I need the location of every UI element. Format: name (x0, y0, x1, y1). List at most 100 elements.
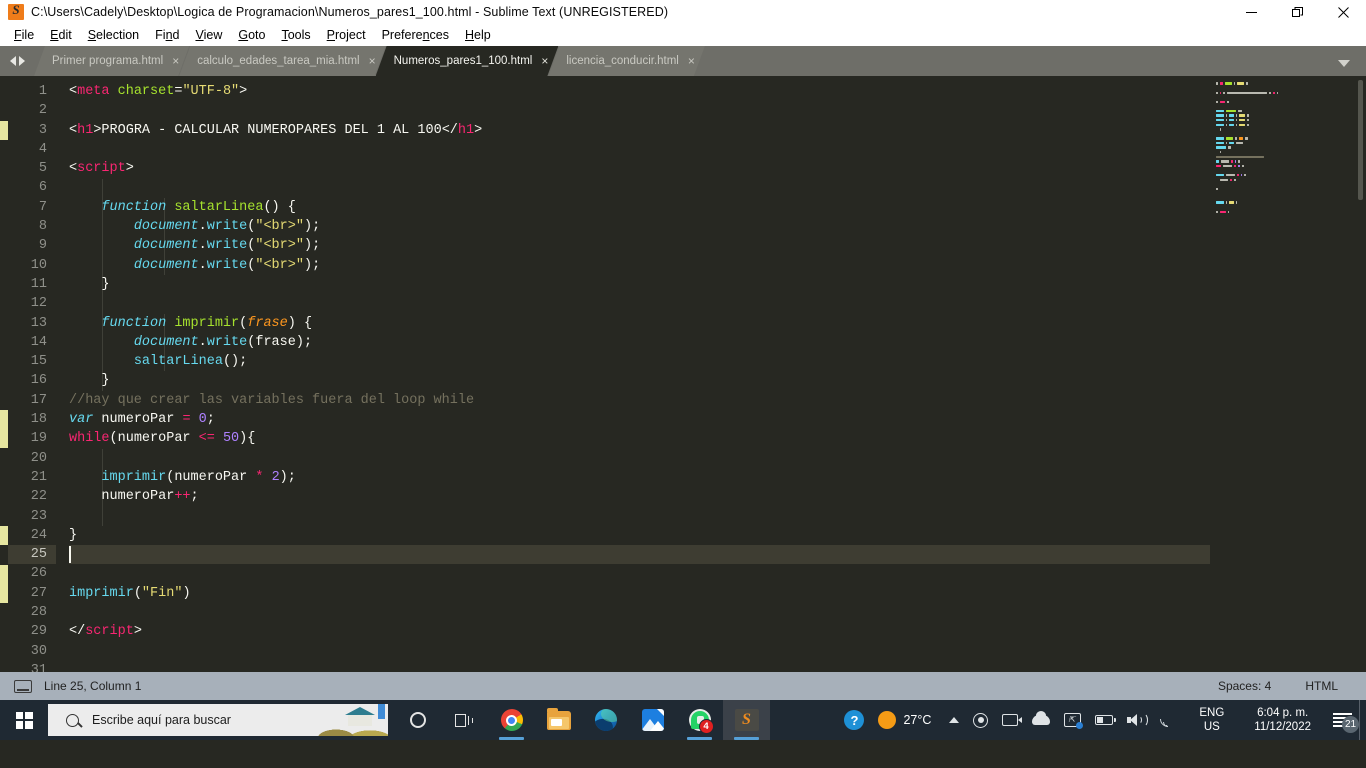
chevron-up-icon[interactable] (942, 717, 966, 723)
code-line[interactable] (69, 178, 1210, 197)
tab-1[interactable]: calculo_edades_tarea_mia.html × (179, 46, 385, 76)
code-line[interactable] (69, 564, 1210, 583)
minimap-token (1216, 155, 1264, 159)
code-line[interactable] (69, 140, 1210, 159)
minimap-token (1235, 201, 1238, 204)
code-line[interactable]: //hay que crear las variables fuera del … (69, 391, 1210, 410)
code-line[interactable]: <meta charset="UTF-8"> (69, 82, 1210, 101)
code-line[interactable] (69, 603, 1210, 622)
menu-item-file[interactable]: File (6, 26, 42, 44)
notifications-icon[interactable]: 21 (1326, 712, 1359, 733)
minimap[interactable] (1210, 76, 1366, 672)
close-button[interactable] (1320, 0, 1366, 24)
token-cmt: //hay que crear las variables fuera del … (69, 392, 475, 408)
menu-item-view[interactable]: View (187, 26, 230, 44)
onedrive-icon[interactable] (1025, 711, 1057, 725)
wifi-icon[interactable] (1152, 707, 1184, 731)
code-line[interactable]: <script> (69, 159, 1210, 178)
code-line[interactable]: <h1>PROGRA - CALCULAR NUMEROPARES DEL 1 … (69, 121, 1210, 140)
windows-start-icon[interactable] (0, 700, 48, 740)
code-line[interactable]: function imprimir(frase) { (69, 314, 1210, 333)
menu-item-find[interactable]: Find (147, 26, 187, 44)
code-line[interactable]: document.write("<br>"); (69, 256, 1210, 275)
minimap-token (1231, 160, 1233, 163)
sublime-text-taskbar-icon[interactable]: S (723, 700, 770, 740)
code-line[interactable]: numeroPar++; (69, 487, 1210, 506)
minimap-token (1216, 137, 1224, 140)
battery-icon[interactable] (1088, 715, 1120, 725)
show-desktop-button[interactable] (1359, 700, 1366, 740)
minimap-token (1268, 91, 1271, 94)
tab-3[interactable]: licencia_conducir.html × (548, 46, 705, 76)
camera-icon[interactable] (995, 714, 1025, 726)
minimap-token (1235, 114, 1238, 117)
code-content[interactable]: <meta charset="UTF-8"> <h1>PROGRA - CALCU… (56, 76, 1210, 672)
language-indicator[interactable]: ENG US (1184, 706, 1239, 734)
editor-area[interactable]: 1 2 3 4 5 6 7 8 9 10 11 12 13 14 15 16 17 18 19 20 21 22 23 24 2… (0, 76, 1366, 672)
chevron-right-icon[interactable] (18, 56, 25, 66)
code-line[interactable]: } (69, 526, 1210, 545)
help-icon[interactable] (837, 710, 871, 730)
tab-0[interactable]: Primer programa.html × (34, 46, 189, 76)
syntax-setting[interactable]: HTML (1305, 679, 1338, 693)
token-punc: ; (190, 489, 199, 505)
code-line[interactable]: document.write("<br>"); (69, 217, 1210, 236)
code-line[interactable] (69, 507, 1210, 526)
minimap-scrollbar[interactable] (1358, 80, 1363, 200)
tab-2[interactable]: Numeros_pares1_100.html × (376, 46, 559, 76)
code-line[interactable]: function saltarLinea() { (69, 198, 1210, 217)
code-line[interactable] (69, 449, 1210, 468)
cortana-icon[interactable] (394, 700, 441, 740)
minimize-button[interactable] (1228, 0, 1274, 24)
photos-icon[interactable] (629, 700, 676, 740)
maximize-button[interactable] (1274, 0, 1320, 24)
code-line[interactable]: document.write("<br>"); (69, 236, 1210, 255)
chevron-left-icon[interactable] (9, 56, 16, 66)
record-icon[interactable] (966, 712, 995, 728)
screen-share-icon[interactable]: ⇱ (1057, 713, 1088, 729)
code-line[interactable]: document.write(frase); (69, 333, 1210, 352)
tab-close-icon[interactable]: × (541, 55, 548, 67)
line-number: 8 (38, 219, 47, 235)
menu-item-edit[interactable]: Edit (42, 26, 80, 44)
code-line[interactable]: imprimir(numeroPar * 2); (69, 468, 1210, 487)
indentation-setting[interactable]: Spaces: 4 (1218, 679, 1271, 693)
code-line[interactable]: } (69, 275, 1210, 294)
code-line[interactable]: saltarLinea(); (69, 352, 1210, 371)
code-line[interactable]: } (69, 371, 1210, 390)
code-line[interactable]: </script> (69, 622, 1210, 641)
cursor-position[interactable]: Line 25, Column 1 (44, 679, 141, 693)
code-line[interactable]: imprimir("Fin") (69, 584, 1210, 603)
tab-navigation[interactable] (0, 46, 34, 76)
menu-item-project[interactable]: Project (319, 26, 374, 44)
menu-item-preferences[interactable]: Preferences (374, 26, 457, 44)
file-explorer-icon[interactable] (535, 700, 582, 740)
tab-close-icon[interactable]: × (688, 55, 695, 67)
code-line[interactable] (69, 545, 1210, 565)
tab-close-icon[interactable]: × (369, 55, 376, 67)
code-line[interactable] (69, 294, 1210, 313)
code-line[interactable] (69, 661, 1210, 672)
clock[interactable]: 6:04 p. m. 11/12/2022 (1239, 706, 1326, 734)
tab-close-icon[interactable]: × (172, 55, 179, 67)
token-punc: ; (206, 412, 215, 428)
code-line[interactable] (69, 642, 1210, 661)
menu-item-help[interactable]: Help (457, 26, 499, 44)
token-punc: </ (441, 122, 458, 138)
code-line[interactable] (69, 101, 1210, 120)
chevron-down-icon[interactable] (1338, 60, 1350, 67)
search-input[interactable]: Escribe aquí para buscar (48, 704, 388, 736)
edge-icon[interactable] (582, 700, 629, 740)
menu-item-tools[interactable]: Tools (273, 26, 318, 44)
code-line[interactable]: var numeroPar = 0; (69, 410, 1210, 429)
whatsapp-icon[interactable]: 4 (676, 700, 723, 740)
menu-item-selection[interactable]: Selection (80, 26, 147, 44)
task-view-icon[interactable] (441, 700, 488, 740)
code-line[interactable]: while(numeroPar <= 50){ (69, 429, 1210, 448)
minimap-line (1216, 210, 1366, 213)
volume-icon[interactable] (1120, 713, 1152, 727)
chrome-icon[interactable] (488, 700, 535, 740)
menu-item-goto[interactable]: Goto (230, 26, 273, 44)
weather-widget[interactable]: 27°C (871, 711, 942, 729)
